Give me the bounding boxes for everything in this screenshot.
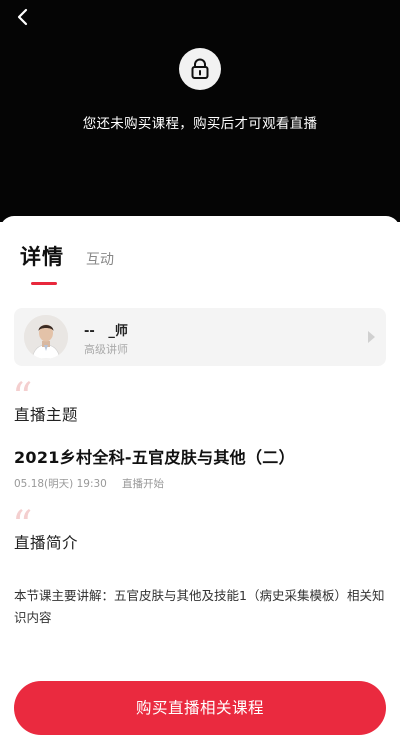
live-intro-text: 本节课主要讲解：五官皮肤与其他及技能1（病史采集模板）相关知识内容 [14, 588, 385, 625]
teacher-card[interactable]: -- _师 高级讲师 [14, 308, 386, 366]
tab-details[interactable]: 详情 [20, 241, 64, 271]
chevron-left-icon [17, 8, 28, 26]
lock-icon [191, 58, 209, 79]
teacher-name: -- _师 [84, 324, 128, 339]
live-topic-heading: 直播主题 [14, 406, 79, 424]
teacher-avatar-icon [24, 315, 68, 359]
video-player-area: 您还未购买课程，购买后才可观看直播 [0, 0, 400, 222]
live-time: 05.18(明天) 19:30 [14, 478, 107, 490]
live-status: 直播开始 [122, 478, 164, 490]
course-title: 2021乡村全科-五官皮肤与其他（二） [14, 448, 295, 467]
purchase-required-message: 您还未购买课程，购买后才可观看直播 [82, 116, 318, 132]
back-button[interactable] [12, 6, 34, 28]
tab-bar: 详情 互动 [20, 241, 114, 271]
buy-course-button[interactable]: 购买直播相关课程 [14, 681, 386, 735]
live-intro-heading: 直播简介 [14, 534, 79, 552]
avatar [24, 315, 68, 359]
chevron-right-icon [368, 331, 375, 343]
teacher-title: 高级讲师 [84, 343, 128, 356]
lock-badge [179, 48, 221, 90]
active-tab-indicator [31, 282, 57, 285]
tab-interaction[interactable]: 互动 [86, 249, 114, 269]
